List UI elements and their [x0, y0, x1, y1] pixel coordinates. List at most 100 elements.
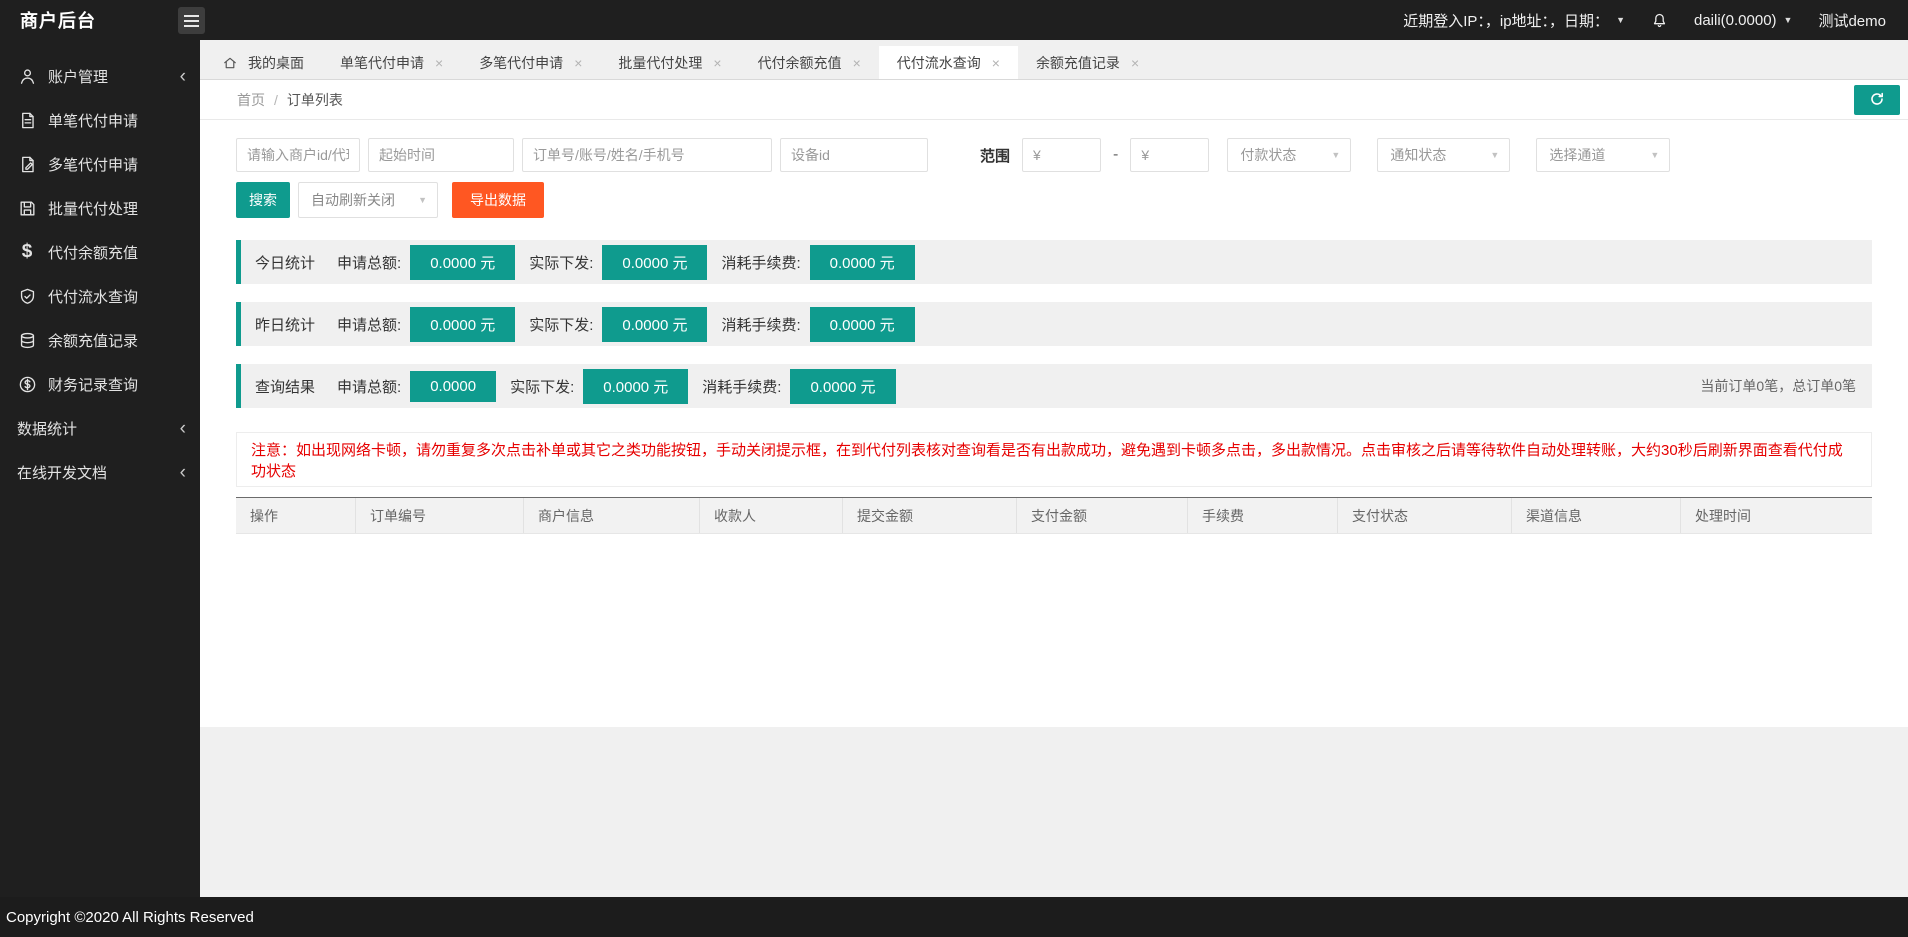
close-icon[interactable]: × [1131, 56, 1139, 70]
stat-label: 实际下发: [529, 252, 593, 273]
sidebar-item-label: 余额充值记录 [48, 330, 138, 351]
stat-label: 实际下发: [510, 376, 574, 397]
tab-batch-payout-process[interactable]: 批量代付处理 × [600, 46, 739, 79]
chevron-down-icon: ▼ [1490, 150, 1499, 160]
app-title: 商户后台 [20, 7, 96, 33]
merchant-id-input[interactable] [236, 138, 360, 172]
breadcrumb: 首页 / 订单列表 [200, 80, 1908, 120]
chevron-down-icon: ▼ [1650, 150, 1659, 160]
sidebar-item-recharge-records[interactable]: 余额充值记录 [0, 318, 200, 362]
save-icon [17, 198, 37, 218]
action-row: 搜索 自动刷新关闭 ▼ 导出数据 [236, 182, 1872, 218]
stat-value-badge: 0.0000 元 [602, 307, 707, 342]
top-bar: 商户后台 近期登入IP：，ip地址：，日期： ▼ daili(0.0000) ▼… [0, 0, 1908, 40]
sidebar-item-label: 在线开发文档 [17, 462, 107, 483]
col-pay-amount: 支付金额 [1017, 498, 1188, 533]
sidebar-item-multi-payout-apply[interactable]: 多笔代付申请 [0, 142, 200, 186]
database-icon [17, 330, 37, 350]
tab-label: 代付余额充值 [758, 53, 842, 73]
sidebar-item-label: 单笔代付申请 [48, 110, 138, 131]
stats-yesterday: 昨日统计 申请总额: 0.0000 元 实际下发: 0.0000 元 消耗手续费… [236, 302, 1872, 346]
close-icon[interactable]: × [574, 56, 582, 70]
stat-label: 申请总额: [337, 376, 401, 397]
sidebar-item-batch-payout-process[interactable]: 批量代付处理 [0, 186, 200, 230]
stat-value-badge: 0.0000 元 [410, 307, 515, 342]
tab-my-desktop[interactable]: 我的桌面 [205, 46, 322, 79]
user-menu[interactable]: daili(0.0000) ▼ [1694, 12, 1792, 29]
tab-label: 代付流水查询 [897, 53, 981, 73]
device-id-input[interactable] [780, 138, 928, 172]
search-button[interactable]: 搜索 [236, 182, 290, 218]
chevron-down-icon: ▼ [1784, 15, 1793, 25]
tab-recharge-records[interactable]: 余额充值记录 × [1018, 46, 1157, 79]
stat-label: 消耗手续费: [721, 314, 800, 335]
amount-min-input[interactable] [1022, 138, 1101, 172]
sidebar-item-online-docs[interactable]: 在线开发文档 ‹ [0, 450, 200, 494]
stat-label: 消耗手续费: [721, 252, 800, 273]
tab-label: 单笔代付申请 [340, 53, 424, 73]
stat-value-badge: 0.0000 元 [602, 245, 707, 280]
sidebar: 账户管理 ‹ 单笔代付申请 多笔代付申请 批量代付处理 $ 代付余额充值 [0, 40, 200, 897]
sidebar-item-label: 代付流水查询 [48, 286, 138, 307]
file-icon [17, 110, 37, 130]
breadcrumb-separator: / [274, 92, 278, 108]
col-channel-info: 渠道信息 [1512, 498, 1681, 533]
close-icon[interactable]: × [853, 56, 861, 70]
stat-label: 申请总额: [337, 252, 401, 273]
select-value: 自动刷新关闭 [311, 190, 395, 210]
start-time-input[interactable] [368, 138, 514, 172]
stat-value-badge: 0.0000 元 [810, 245, 915, 280]
channel-select[interactable]: 选择通道 ▼ [1536, 138, 1670, 172]
notification-bell-icon[interactable] [1651, 12, 1668, 29]
page-title: 订单列表 [287, 90, 343, 110]
close-icon[interactable]: × [713, 56, 721, 70]
sidebar-item-payout-balance-recharge[interactable]: $ 代付余额充值 [0, 230, 200, 274]
sidebar-item-payout-flow-query[interactable]: 代付流水查询 [0, 274, 200, 318]
stat-value-badge: 0.0000 [410, 371, 496, 402]
notice-banner: 注意：如出现网络卡顿，请勿重复多次点击补单或其它之类功能按钮，手动关闭提示框，在… [236, 432, 1872, 487]
sidebar-item-finance-records[interactable]: 财务记录查询 [0, 362, 200, 406]
stats-title: 昨日统计 [255, 314, 315, 335]
sidebar-item-single-payout-apply[interactable]: 单笔代付申请 [0, 98, 200, 142]
col-submit-amount: 提交金额 [843, 498, 1017, 533]
env-label: 测试demo [1818, 10, 1886, 31]
select-value: 通知状态 [1390, 145, 1446, 165]
sidebar-item-account-management[interactable]: 账户管理 ‹ [0, 54, 200, 98]
refresh-button[interactable] [1854, 85, 1900, 115]
login-info[interactable]: 近期登入IP：，ip地址：，日期： ▼ [1403, 10, 1625, 31]
auto-refresh-select[interactable]: 自动刷新关闭 ▼ [298, 182, 438, 218]
content-panel: 范围 - 付款状态 ▼ 通知状态 ▼ 选择通道 ▼ 搜索 自动刷新关闭 ▼ [200, 120, 1908, 727]
stat-label: 实际下发: [529, 314, 593, 335]
shield-check-icon [17, 286, 37, 306]
tab-multi-payout-apply[interactable]: 多笔代付申请 × [461, 46, 600, 79]
select-value: 付款状态 [1240, 145, 1296, 165]
sidebar-item-data-statistics[interactable]: 数据统计 ‹ [0, 406, 200, 450]
pay-status-select[interactable]: 付款状态 ▼ [1227, 138, 1351, 172]
stats-title: 查询结果 [255, 376, 315, 397]
breadcrumb-home-link[interactable]: 首页 [237, 90, 265, 110]
stat-value-badge: 0.0000 元 [810, 307, 915, 342]
export-data-button[interactable]: 导出数据 [452, 182, 544, 218]
tab-single-payout-apply[interactable]: 单笔代付申请 × [322, 46, 461, 79]
chevron-left-icon: ‹ [180, 67, 186, 86]
copyright-text: Copyright ©2020 All Rights Reserved [6, 909, 254, 926]
close-icon[interactable]: × [992, 56, 1000, 70]
notify-status-select[interactable]: 通知状态 ▼ [1377, 138, 1510, 172]
footer: Copyright ©2020 All Rights Reserved [0, 897, 1908, 937]
amount-max-input[interactable] [1130, 138, 1209, 172]
col-payee: 收款人 [700, 498, 843, 533]
stats-today: 今日统计 申请总额: 0.0000 元 实际下发: 0.0000 元 消耗手续费… [236, 240, 1872, 284]
tab-payout-balance-recharge[interactable]: 代付余额充值 × [740, 46, 879, 79]
user-icon [17, 66, 37, 86]
close-icon[interactable]: × [435, 56, 443, 70]
range-label: 范围 [980, 145, 1010, 166]
tab-payout-flow-query[interactable]: 代付流水查询 × [879, 46, 1018, 79]
hamburger-menu-button[interactable] [178, 7, 205, 34]
col-pay-status: 支付状态 [1338, 498, 1512, 533]
col-action: 操作 [236, 498, 356, 533]
home-icon [223, 56, 237, 70]
stat-value-badge: 0.0000 元 [583, 369, 688, 404]
stat-value-badge: 0.0000 元 [410, 245, 515, 280]
order-search-input[interactable] [522, 138, 772, 172]
tab-label: 我的桌面 [248, 53, 304, 73]
